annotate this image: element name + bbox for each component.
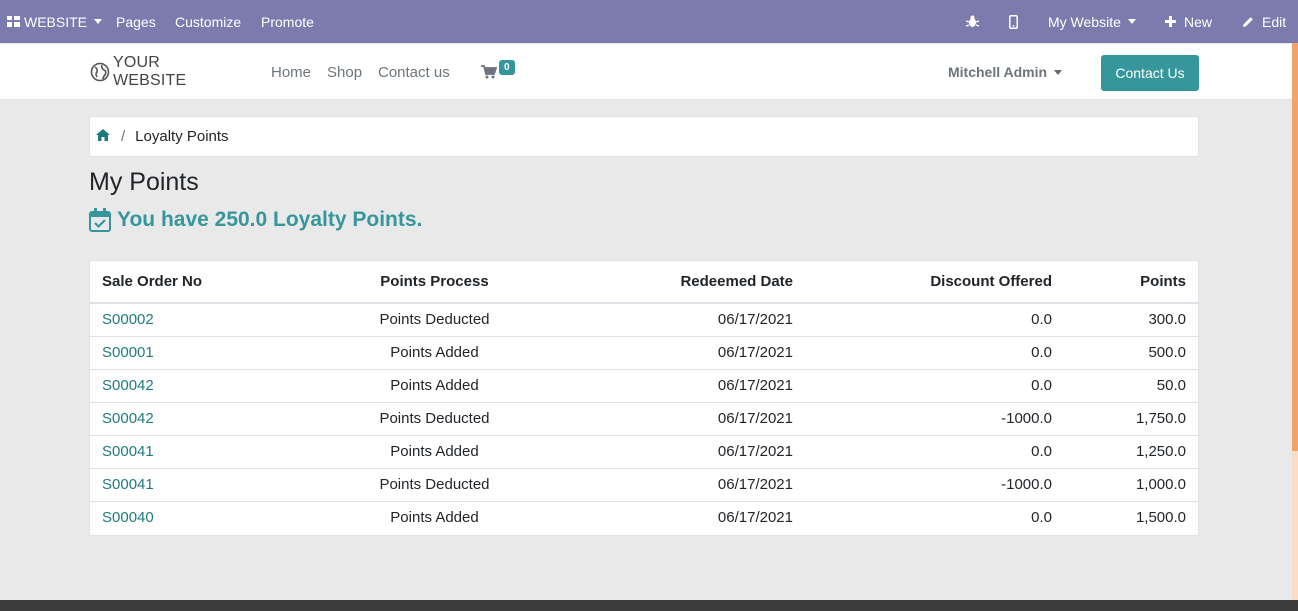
nav-shop[interactable]: Shop [327,44,362,100]
table-row: S00002 Points Deducted 06/17/2021 0.0 30… [90,303,1198,336]
customize-menu[interactable]: Customize [175,0,241,43]
col-points: Points [1064,261,1198,304]
sale-order-link[interactable]: S00001 [102,344,154,361]
pages-menu[interactable]: Pages [116,0,156,43]
points-process-cell: Points Added [292,335,577,369]
promote-menu[interactable]: Promote [261,0,314,43]
scrollbar-track[interactable] [1292,43,1298,451]
discount-cell: 0.0 [805,434,1064,468]
points-process-cell: Points Added [292,434,577,468]
sale-order-link[interactable]: S00042 [102,410,154,427]
redeemed-date-cell: 06/17/2021 [577,434,805,468]
redeemed-date-cell: 06/17/2021 [577,368,805,402]
chevron-down-icon [1127,19,1136,24]
website-menu-label: WEBSITE [24,13,88,30]
table-row: S00042 Points Deducted 06/17/2021 -1000.… [90,401,1198,435]
sale-order-link[interactable]: S00041 [102,476,154,493]
sale-order-link[interactable]: S00040 [102,509,154,526]
loyalty-points-table: Sale Order No Points Process Redeemed Da… [89,260,1199,536]
redeemed-date-cell: 06/17/2021 [577,500,805,534]
table-header-row: Sale Order No Points Process Redeemed Da… [90,261,1198,304]
sale-order-link[interactable]: S00041 [102,443,154,460]
discount-cell: 0.0 [805,368,1064,402]
chevron-down-icon [1054,69,1063,75]
breadcrumb: / Loyalty Points [89,116,1199,157]
discount-cell: 0.0 [805,335,1064,369]
globe-icon [90,62,110,82]
nav-contact[interactable]: Contact us [378,44,450,100]
redeemed-date-cell: 06/17/2021 [577,401,805,435]
table-row: S00001 Points Added 06/17/2021 0.0 500.0 [90,335,1198,369]
points-cell: 50.0 [1064,368,1198,402]
chevron-down-icon [94,19,103,24]
site-header: YOUR WEBSITE Home Shop Contact us 0 Mitc… [0,44,1292,100]
points-cell: 300.0 [1148,311,1186,329]
breadcrumb-separator: / [121,128,126,145]
cart-link[interactable] [481,44,497,100]
sale-order-link[interactable]: S00002 [102,311,154,328]
cart-count-badge: 0 [499,60,515,75]
scrollbar-track-lower[interactable] [1292,451,1298,600]
cart-icon [481,65,497,79]
col-sale-order-no: Sale Order No [90,261,292,304]
calendar-check-icon [89,208,111,232]
website-menu[interactable]: WEBSITE [7,0,103,43]
nav-home[interactable]: Home [271,44,311,100]
points-cell: 1,750.0 [1064,401,1198,435]
points-cell: 1,000.0 [1064,467,1198,501]
loyalty-points-message: You have 250.0 Loyalty Points. [89,208,422,232]
discount-cell: -1000.0 [805,467,1064,501]
table-row: S00041 Points Deducted 06/17/2021 -1000.… [90,467,1198,501]
breadcrumb-home[interactable] [96,128,110,145]
logo-text: YOUR WEBSITE [112,54,187,89]
points-process-cell: Points Added [292,500,577,534]
points-process-cell: Points Deducted [379,311,490,329]
user-name: Mitchell Admin [948,64,1048,80]
new-button[interactable]: New [1165,0,1212,43]
redeemed-date-cell: 06/17/2021 [577,335,805,369]
col-discount-offered: Discount Offered [805,261,1064,304]
user-menu[interactable]: Mitchell Admin [948,44,1063,100]
contact-us-button[interactable]: Contact Us [1101,55,1199,91]
home-icon [96,129,110,141]
new-label: New [1184,13,1213,30]
breadcrumb-current: Loyalty Points [135,128,229,145]
col-points-process: Points Process [292,261,577,304]
table-row: S00041 Points Added 06/17/2021 0.0 1,250… [90,434,1198,468]
points-process-cell: Points Deducted [292,467,577,501]
points-cell: 500.0 [1064,335,1198,369]
edit-button[interactable]: Edit [1242,0,1286,43]
admin-bar: WEBSITE Pages Customize Promote My Websi… [0,0,1298,43]
col-redeemed-date: Redeemed Date [577,261,805,304]
redeemed-date-cell: 06/17/2021 [717,311,793,329]
points-cell: 1,500.0 [1064,500,1198,534]
my-website-label: My Website [1048,13,1121,30]
bug-icon [966,15,979,27]
mobile-icon [1009,14,1018,29]
debug-button[interactable] [966,0,979,43]
discount-cell: 0.0 [1031,311,1052,329]
my-website-menu[interactable]: My Website [1048,0,1136,43]
points-process-cell: Points Added [292,368,577,402]
sale-order-link[interactable]: S00042 [102,377,154,394]
edit-label: Edit [1262,13,1287,30]
points-cell: 1,250.0 [1064,434,1198,468]
apps-grid-icon [7,16,20,27]
redeemed-date-cell: 06/17/2021 [577,467,805,501]
discount-cell: 0.0 [805,500,1064,534]
table-row: S00042 Points Added 06/17/2021 0.0 50.0 [90,368,1198,402]
pencil-icon [1243,16,1253,27]
loyalty-points-text: You have 250.0 Loyalty Points. [117,208,423,231]
plus-icon [1165,16,1176,27]
table-row: S00040 Points Added 06/17/2021 0.0 1,500… [90,500,1198,534]
footer [0,600,1298,611]
page-title: My Points [89,168,199,196]
mobile-preview-button[interactable] [1009,0,1018,43]
discount-cell: -1000.0 [805,401,1064,435]
site-logo[interactable]: YOUR WEBSITE [90,53,238,91]
points-process-cell: Points Deducted [292,401,577,435]
